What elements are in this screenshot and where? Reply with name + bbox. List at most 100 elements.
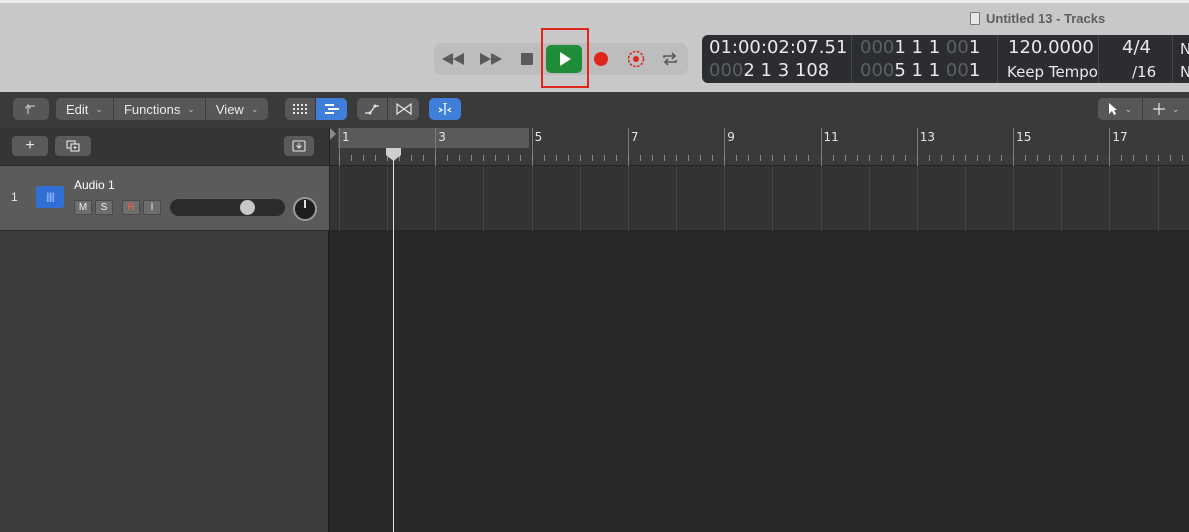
beat-tick	[651, 155, 653, 161]
grid-line	[339, 166, 340, 231]
cycle-region[interactable]	[338, 128, 529, 148]
track-lane[interactable]	[330, 166, 1189, 231]
rewind-button[interactable]	[436, 43, 470, 75]
bar-number-label: 5	[534, 130, 543, 144]
track-name[interactable]: Audio 1	[74, 178, 115, 192]
lcd-bars-beats-dim: 000	[709, 60, 744, 81]
bar-number-label: 17	[1112, 130, 1128, 144]
grid-view-icon	[293, 104, 307, 114]
beat-tick	[940, 155, 942, 161]
bar-number-label: 11	[823, 130, 839, 144]
grid-line	[1157, 166, 1159, 231]
lcd-time-signature: 4/4	[1122, 37, 1151, 58]
chevron-down-icon: ⌄	[95, 103, 103, 114]
lcd-display[interactable]: 01:00:02:07.51 0002 1 3 108 0001 1 1 001…	[702, 35, 1189, 83]
playhead-line[interactable]	[393, 148, 394, 532]
audio-waveform-icon[interactable]: |||||	[36, 186, 64, 208]
flex-icon	[395, 103, 412, 115]
stop-button[interactable]	[510, 43, 544, 75]
grid-line	[724, 166, 726, 231]
record-button[interactable]	[584, 43, 618, 75]
flex-button[interactable]	[388, 98, 419, 120]
bar-number-label: 13	[919, 130, 936, 144]
automation-button[interactable]	[357, 98, 387, 120]
edit-menu[interactable]: Edit ⌄	[56, 98, 114, 120]
beat-tick	[808, 155, 810, 161]
beat-tick	[964, 155, 966, 161]
secondary-tool-menu[interactable]: ⌄	[1143, 98, 1189, 120]
beat-tick	[880, 155, 882, 161]
view-menu[interactable]: View ⌄	[206, 98, 269, 120]
grid-line	[483, 166, 485, 231]
mute-button[interactable]: M	[74, 200, 92, 215]
record-enable-button[interactable]: R	[122, 200, 140, 215]
back-button[interactable]	[13, 98, 49, 120]
beat-tick	[639, 155, 641, 161]
crosshair-tool-icon	[1152, 103, 1165, 115]
add-track-button[interactable]: +	[12, 136, 48, 156]
beat-tick	[1061, 155, 1063, 161]
rewind-icon	[442, 53, 464, 65]
view-menu-label: View	[215, 101, 244, 117]
grid-line	[1061, 166, 1063, 231]
input-monitoring-button[interactable]: I	[143, 200, 161, 215]
beat-tick	[555, 155, 557, 161]
catch-playhead-button[interactable]	[429, 98, 461, 120]
pan-knob[interactable]	[293, 197, 317, 221]
tracks-toolbar: Edit ⌄ Functions ⌄ View ⌄ ⌄ ⌄	[0, 92, 1189, 128]
arrange-area[interactable]: 1 3 5 7 9 11 13 15 17	[330, 128, 1189, 532]
bar-number-label: 1	[342, 130, 350, 144]
beat-tick	[363, 155, 365, 161]
bar-number-label: 7	[630, 130, 639, 144]
track-header-download-button[interactable]	[284, 136, 314, 156]
capture-recording-button[interactable]	[619, 43, 653, 75]
beat-tick	[748, 155, 750, 161]
beat-tick	[820, 155, 822, 161]
chevron-down-icon: ⌄	[1171, 103, 1180, 114]
volume-slider[interactable]	[170, 199, 285, 216]
beat-tick	[543, 155, 545, 161]
beat-tick	[459, 155, 461, 161]
track-number: 1	[11, 190, 18, 204]
track-row[interactable]: 1 ||||| Audio 1 M S R I	[0, 166, 329, 231]
lcd-right-locator-end: 1	[968, 60, 981, 81]
beat-tick	[736, 155, 738, 161]
grid-line	[868, 166, 870, 231]
beat-tick	[664, 155, 665, 161]
beat-tick	[928, 155, 930, 161]
cycle-button[interactable]	[653, 43, 687, 75]
beat-tick	[796, 155, 798, 161]
grid-line	[1109, 166, 1111, 231]
grid-line	[531, 166, 533, 231]
grid-line	[676, 166, 678, 231]
grid-line	[772, 166, 774, 231]
grid-line	[579, 166, 581, 231]
functions-menu[interactable]: Functions ⌄	[114, 98, 206, 120]
logic-pro-window: Untitled 13 - Tracks 01:00:02:07.51 0002…	[0, 0, 1189, 532]
grid-line	[1013, 166, 1015, 231]
beat-tick	[712, 155, 714, 161]
beat-tick	[676, 155, 678, 161]
bar-number-label: 15	[1016, 130, 1032, 144]
chevron-down-icon: ⌄	[250, 103, 259, 114]
beat-tick	[1001, 155, 1003, 161]
volume-slider-knob[interactable]	[239, 200, 255, 215]
cycle-icon	[663, 52, 677, 66]
bar-ruler[interactable]: 1 3 5 7 9 11 13 15 17	[330, 128, 1189, 166]
beat-tick	[1157, 155, 1159, 161]
chevron-down-icon: ⌄	[187, 103, 195, 114]
solo-button[interactable]: S	[95, 200, 113, 215]
lcd-key-top: N	[1180, 40, 1189, 58]
grid-view-button[interactable]	[285, 98, 315, 120]
beat-tick	[784, 155, 786, 161]
beat-tick	[507, 155, 509, 161]
ruler-start-marker	[330, 128, 336, 140]
pointer-tool-icon	[1108, 103, 1117, 115]
fast-forward-button[interactable]	[474, 43, 508, 75]
pointer-tool-menu[interactable]: ⌄	[1098, 98, 1142, 120]
window-title: Untitled 13 - Tracks	[970, 11, 1105, 26]
list-view-button[interactable]	[316, 98, 347, 120]
menu-group: Edit ⌄ Functions ⌄ View ⌄	[56, 98, 269, 120]
lcd-left-locator-dim: 000	[860, 37, 895, 58]
duplicate-track-button[interactable]	[55, 136, 91, 156]
